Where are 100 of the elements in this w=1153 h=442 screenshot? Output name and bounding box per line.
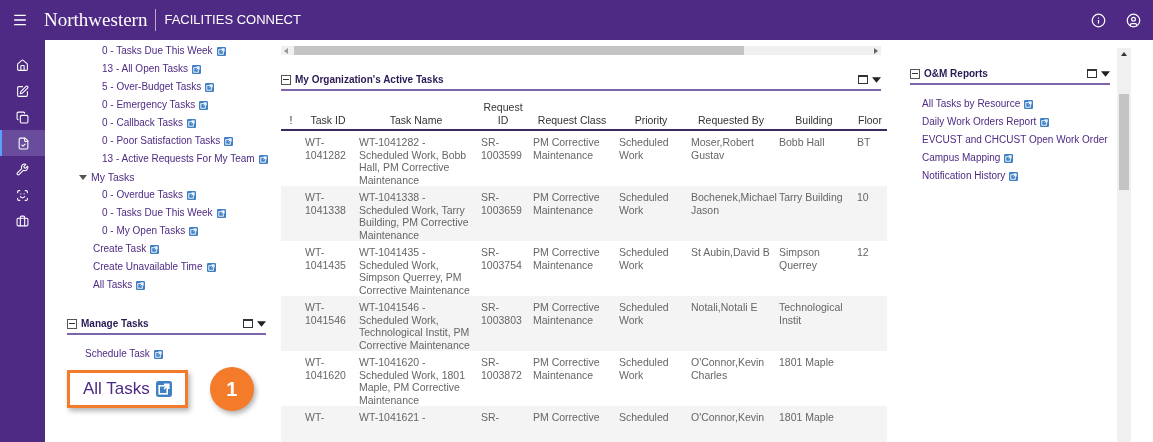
nav-link[interactable]: EVCUST and CHCUST Open Work Order bbox=[922, 131, 1108, 149]
column-header[interactable]: Priority bbox=[615, 101, 687, 130]
collapse-icon[interactable] bbox=[67, 318, 77, 329]
document-icon bbox=[17, 136, 30, 150]
nav-link[interactable]: Campus Mapping bbox=[922, 149, 1014, 167]
external-link-icon bbox=[206, 262, 216, 272]
table-cell: SR-1003754 bbox=[481, 246, 522, 271]
nav-link[interactable]: 0 - Overdue Tasks bbox=[102, 186, 196, 204]
column-header[interactable]: ! bbox=[281, 101, 301, 130]
table-cell: WT-1041620 - Scheduled Work, 1801 Maple, PM Corrective Maintenance bbox=[359, 356, 466, 406]
scrollbar-thumb[interactable] bbox=[1119, 94, 1129, 190]
nav-link[interactable]: 0 - Callback Tasks bbox=[102, 114, 196, 132]
column-header[interactable]: Request ID bbox=[477, 101, 529, 130]
maximize-icon[interactable] bbox=[243, 319, 253, 328]
external-link-icon bbox=[216, 208, 226, 218]
nav-link[interactable]: Create Task bbox=[93, 240, 160, 258]
dropdown-icon[interactable] bbox=[872, 76, 881, 83]
nav-link[interactable]: 0 - Poor Satisfaction Tasks bbox=[102, 132, 234, 150]
table-cell: O'Connor,Kevin bbox=[691, 411, 765, 423]
scrollbar-thumb[interactable] bbox=[294, 46, 744, 55]
external-link-icon bbox=[155, 381, 172, 397]
scroll-up-icon[interactable] bbox=[1121, 52, 1127, 56]
panel-title: O&M Reports bbox=[924, 67, 989, 81]
external-link-icon bbox=[216, 46, 226, 56]
external-link-icon bbox=[224, 136, 234, 146]
brand-logo: Northwestern bbox=[44, 7, 148, 32]
copy-icon bbox=[16, 110, 29, 124]
column-header[interactable]: Request Class bbox=[529, 101, 615, 130]
maximize-icon[interactable] bbox=[1087, 69, 1097, 78]
table-cell: 1801 Maple bbox=[779, 356, 834, 368]
table-cell: WT-1041282 bbox=[305, 136, 346, 161]
column-header[interactable]: Requested By bbox=[687, 101, 775, 130]
table-cell: Notali,Notali E bbox=[691, 301, 758, 313]
table-cell: Scheduled Work bbox=[619, 301, 669, 326]
scan-icon bbox=[16, 188, 29, 202]
column-header[interactable]: Task Name bbox=[355, 101, 477, 130]
horizontal-scrollbar[interactable] bbox=[281, 46, 881, 55]
table-cell: 10 bbox=[857, 191, 869, 203]
scroll-right-icon[interactable] bbox=[874, 47, 878, 54]
table-cell: Scheduled Work bbox=[619, 136, 669, 161]
external-link-icon bbox=[1009, 171, 1019, 181]
external-link-icon bbox=[186, 190, 196, 200]
external-link-icon bbox=[1040, 117, 1050, 127]
nav-link[interactable]: 13 - Active Requests For My Team bbox=[102, 150, 268, 168]
nav-link[interactable]: Daily Work Orders Report bbox=[922, 113, 1050, 131]
step-number-badge: 1 bbox=[209, 367, 254, 411]
collapse-icon[interactable] bbox=[910, 68, 920, 79]
panel-title: Manage Tasks bbox=[81, 317, 150, 331]
nav-link[interactable]: 0 - Tasks Due This Week bbox=[102, 204, 226, 222]
table-cell: WT-1041546 bbox=[305, 301, 346, 326]
nav-link[interactable]: Schedule Task bbox=[85, 345, 163, 363]
table-cell: Simpson Querrey bbox=[779, 246, 820, 271]
tree-node[interactable]: My Tasks bbox=[67, 168, 270, 186]
highlighted-link[interactable]: All Tasks bbox=[67, 370, 188, 408]
table-cell: WT-1041338 - Scheduled Work, Tarry Building, PM Corrective Maintenance bbox=[359, 191, 469, 241]
column-header[interactable]: Building bbox=[775, 101, 853, 130]
nav-link[interactable]: 0 - My Open Tasks bbox=[102, 222, 199, 240]
panel-title: My Organization's Active Tasks bbox=[295, 73, 445, 87]
table-cell: WT-1041621 - bbox=[359, 411, 426, 423]
wrench-icon bbox=[16, 162, 29, 176]
maximize-icon[interactable] bbox=[858, 75, 868, 84]
external-link-icon bbox=[150, 244, 160, 254]
nav-link[interactable]: 5 - Over-Budget Tasks bbox=[102, 78, 215, 96]
table-cell: St Aubin,David B bbox=[691, 246, 770, 258]
nav-link[interactable]: Notification History bbox=[922, 167, 1019, 185]
nav-link[interactable]: Create Unavailable Time bbox=[93, 258, 216, 276]
column-header[interactable]: Floor bbox=[853, 101, 887, 130]
nav-link[interactable]: 0 - Emergency Tasks bbox=[102, 96, 209, 114]
nav-link[interactable]: 0 - Tasks Due This Week bbox=[102, 42, 226, 60]
rail-button[interactable] bbox=[0, 130, 45, 156]
menu-icon[interactable] bbox=[12, 12, 28, 28]
expanded-caret-icon[interactable] bbox=[79, 173, 87, 181]
column-header[interactable]: Task ID bbox=[301, 101, 355, 130]
table-cell: Scheduled Work bbox=[619, 246, 669, 271]
external-link-icon bbox=[258, 154, 268, 164]
dropdown-icon[interactable] bbox=[1101, 70, 1110, 77]
nav-link[interactable]: All Tasks by Resource bbox=[922, 95, 1034, 113]
table-cell: 1801 Maple bbox=[779, 411, 834, 423]
table-cell: WT- bbox=[305, 411, 325, 423]
table-cell: WT-1041435 bbox=[305, 246, 346, 271]
table-cell: BT bbox=[857, 136, 871, 148]
vertical-scrollbar[interactable] bbox=[1117, 48, 1131, 442]
nav-link[interactable]: 13 - All Open Tasks bbox=[102, 60, 201, 78]
briefcase-icon bbox=[16, 214, 29, 228]
collapse-icon[interactable] bbox=[281, 74, 291, 85]
table-cell: WT-1041435 - Scheduled Work, Simpson Querrey, PM Corrective Maintenance bbox=[359, 246, 470, 296]
table-cell: PM Corrective Maintenance bbox=[533, 356, 600, 381]
user-icon[interactable] bbox=[1126, 12, 1141, 28]
table-cell: Moser,Robert Gustav bbox=[691, 136, 755, 161]
table-cell: SR-1003872 bbox=[481, 356, 522, 381]
table-cell: SR- bbox=[481, 411, 500, 423]
external-link-icon bbox=[1004, 153, 1014, 163]
table-cell: WT-1041282 - Scheduled Work, Bobb Hall, PM Corrective Maintenance bbox=[359, 136, 467, 186]
table-cell: WT-1041338 bbox=[305, 191, 346, 216]
table-cell: SR-1003599 bbox=[481, 136, 522, 161]
nav-link[interactable]: All Tasks bbox=[93, 276, 146, 294]
table-cell: WT-1041546 - Scheduled Work, Technological Instit, PM Corrective Maintenance bbox=[359, 301, 470, 351]
info-icon[interactable] bbox=[1091, 12, 1106, 28]
dropdown-icon[interactable] bbox=[257, 320, 266, 327]
external-link-icon bbox=[192, 64, 201, 74]
